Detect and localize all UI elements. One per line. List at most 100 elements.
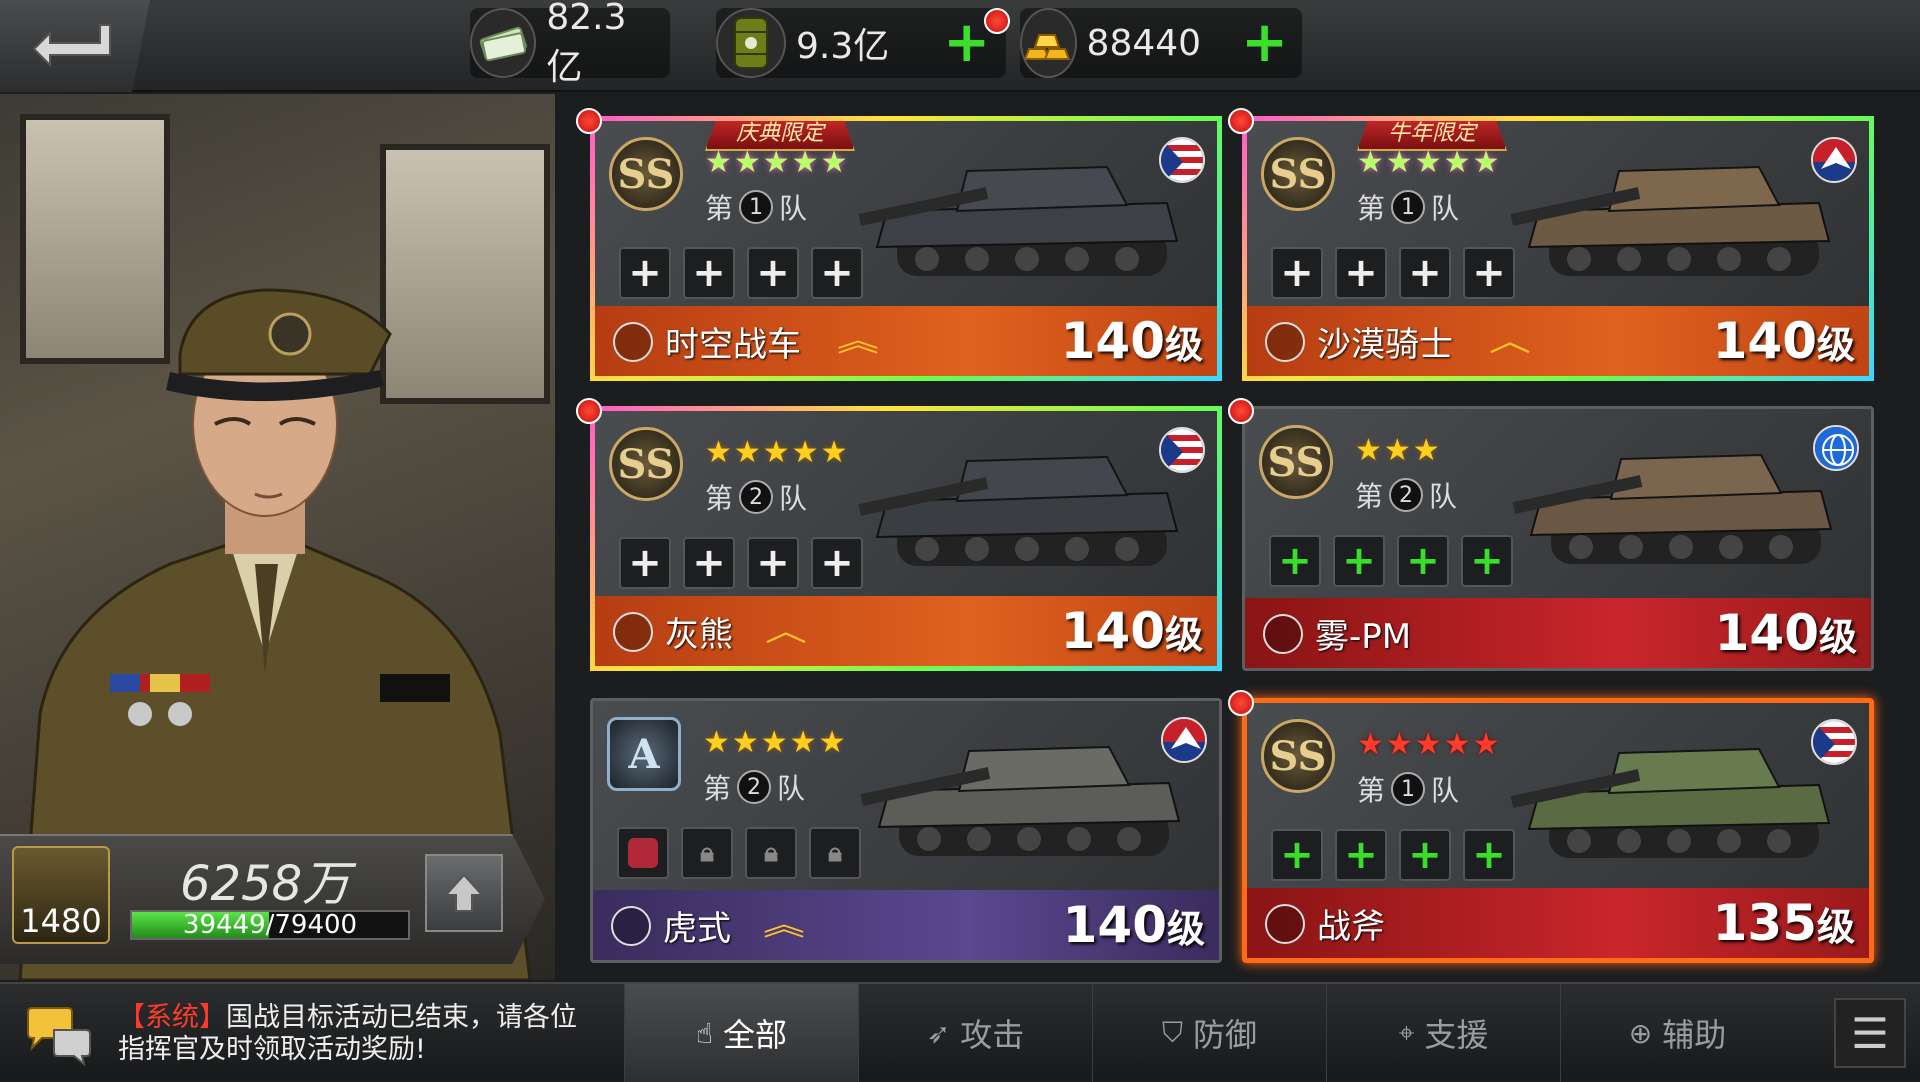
rank-chevron-icon: ︽ bbox=[763, 908, 805, 943]
unit-level-value: 140 bbox=[1060, 602, 1165, 660]
chat-icon[interactable] bbox=[24, 1006, 94, 1067]
add-slot-button[interactable]: + bbox=[619, 537, 671, 589]
unit-level-value: 140 bbox=[1714, 604, 1819, 662]
add-slot-button[interactable]: + bbox=[683, 247, 735, 299]
tab-attack[interactable]: ➶ 攻击 bbox=[858, 984, 1092, 1082]
add-slot-button[interactable]: + bbox=[1269, 535, 1321, 587]
globe-faction-icon bbox=[1813, 425, 1859, 471]
name-strip: 灰熊 ︿ 140级 bbox=[595, 596, 1217, 666]
unit-name: 灰熊 bbox=[665, 615, 733, 655]
unit-name: 虎式 bbox=[663, 909, 731, 949]
rank-chevron-icon: ︽ bbox=[837, 324, 879, 359]
locked-slot[interactable]: 🔒︎ bbox=[809, 827, 861, 879]
unit-level-value: 140 bbox=[1060, 312, 1165, 370]
add-slot-button[interactable]: + bbox=[811, 537, 863, 589]
team-suffix: 队 bbox=[777, 772, 806, 805]
add-slot-button[interactable]: + bbox=[1335, 247, 1387, 299]
add-slot-button[interactable]: + bbox=[747, 537, 799, 589]
star-rating: ★★★ bbox=[1355, 433, 1442, 468]
unit-card[interactable]: A ★★★★★ 第 2 队 🔒︎ 🔒︎ 🔒︎ 虎式 ︽ 140级 bbox=[590, 698, 1222, 963]
unit-card[interactable]: 牛年限定 SS ★★★★★ 第 1 队 + + + + 沙漠骑士 ︿ 140级 bbox=[1242, 116, 1874, 381]
notification-dot bbox=[576, 398, 602, 424]
add-slot-button[interactable]: + bbox=[1335, 829, 1387, 881]
add-gold-button[interactable]: + bbox=[1241, 13, 1288, 73]
tab-all[interactable]: ☝ 全部 bbox=[624, 984, 858, 1082]
exp-bar: 39449/79400 bbox=[130, 910, 410, 940]
unit-level: 135级 bbox=[1713, 894, 1855, 952]
up-arrow-icon bbox=[443, 873, 485, 912]
gold-value: 88440 bbox=[1086, 22, 1202, 64]
rank-badge: SS bbox=[609, 137, 683, 211]
add-slot-button[interactable]: + bbox=[619, 247, 671, 299]
equip-slots: + + + + bbox=[619, 247, 863, 299]
rocket-icon: ➶ bbox=[926, 1016, 951, 1050]
team-number: 2 bbox=[1389, 478, 1424, 512]
tab-defense[interactable]: ⛉ 防御 bbox=[1092, 984, 1326, 1082]
tab-label: 防御 bbox=[1193, 1016, 1258, 1054]
rank-badge: SS bbox=[1261, 137, 1335, 211]
upgrade-button[interactable] bbox=[425, 854, 503, 932]
unit-level: 140级 bbox=[1713, 312, 1855, 370]
unit-card[interactable]: SS ★★★★★ 第 1 队 + + + + 战斧 135级 bbox=[1242, 698, 1874, 963]
add-slot-button[interactable]: + bbox=[1271, 829, 1323, 881]
unit-type-icon bbox=[1265, 322, 1305, 362]
unit-card[interactable]: SS ★★★★★ 第 2 队 + + + + 灰熊 ︿ 140级 bbox=[590, 406, 1222, 671]
unit-image bbox=[858, 455, 1179, 566]
add-slot-button[interactable]: + bbox=[1399, 829, 1451, 881]
team-number: 1 bbox=[739, 190, 774, 224]
add-slot-button[interactable]: + bbox=[1399, 247, 1451, 299]
equip-slot[interactable] bbox=[617, 827, 669, 879]
notification-dot bbox=[1228, 108, 1254, 134]
add-slot-button[interactable]: + bbox=[747, 247, 799, 299]
plus-circle-icon: ⊕ bbox=[1628, 1016, 1653, 1050]
unit-type-icon bbox=[1263, 614, 1303, 654]
rank-badge: SS bbox=[1261, 719, 1335, 793]
equip-slots: + + + + bbox=[1271, 247, 1515, 299]
gold-resource: 88440 + bbox=[1020, 8, 1302, 78]
lock-icon: 🔒︎ bbox=[764, 838, 778, 868]
unit-level-unit: 级 bbox=[1818, 615, 1857, 659]
add-slot-button[interactable]: + bbox=[1271, 247, 1323, 299]
equip-slots: + + + + bbox=[1269, 535, 1513, 587]
unit-name: 战斧 bbox=[1317, 907, 1385, 947]
commander-level-badge[interactable]: 1480 bbox=[12, 846, 110, 944]
team-suffix: 队 bbox=[1431, 192, 1460, 225]
add-slot-button[interactable]: + bbox=[1397, 535, 1449, 587]
power-panel: 1480 6258万 39449/79400 bbox=[0, 834, 545, 964]
back-button[interactable] bbox=[0, 0, 150, 92]
tab-support[interactable]: ⌖ 支援 bbox=[1326, 984, 1560, 1082]
exp-text: 39449/79400 bbox=[182, 910, 358, 940]
rank-badge: SS bbox=[609, 427, 683, 501]
equip-slots: + + + + bbox=[619, 537, 863, 589]
add-slot-button[interactable]: + bbox=[1463, 829, 1515, 881]
add-slot-button[interactable]: + bbox=[811, 247, 863, 299]
commander-power: 6258万 bbox=[180, 856, 351, 912]
unit-image bbox=[1512, 453, 1833, 564]
locked-slot[interactable]: 🔒︎ bbox=[745, 827, 797, 879]
menu-list-button[interactable]: ☰ bbox=[1834, 998, 1906, 1068]
back-arrow-icon bbox=[32, 24, 111, 68]
cash-value: 82.3亿 bbox=[546, 0, 627, 88]
team-suffix: 队 bbox=[779, 482, 808, 515]
system-message[interactable]: 【系统】国战目标活动已结束，请各位指挥官及时领取活动奖励! bbox=[118, 1002, 598, 1066]
star-rating: ★★★★★ bbox=[1357, 145, 1502, 180]
add-slot-button[interactable]: + bbox=[1463, 247, 1515, 299]
cash-resource: 82.3亿 bbox=[470, 0, 670, 88]
unit-level-unit: 级 bbox=[1164, 323, 1203, 367]
unit-card[interactable]: SS ★★★ 第 2 队 + + + + 雾-PM 140级 bbox=[1242, 406, 1874, 671]
unit-card[interactable]: 庆典限定 SS ★★★★★ 第 1 队 + + + + 时空战车 ︽ 140级 bbox=[590, 116, 1222, 381]
unit-name: 雾-PM bbox=[1315, 617, 1412, 657]
unit-name: 沙漠骑士 bbox=[1317, 325, 1453, 365]
usa-flag-icon bbox=[1159, 427, 1205, 473]
tab-assist[interactable]: ⊕ 辅助 bbox=[1560, 984, 1794, 1082]
unit-level-unit: 级 bbox=[1166, 907, 1205, 951]
add-slot-button[interactable]: + bbox=[1333, 535, 1385, 587]
team-label: 第1队 bbox=[705, 187, 807, 227]
team-suffix: 队 bbox=[1429, 480, 1458, 513]
add-slot-button[interactable]: + bbox=[1461, 535, 1513, 587]
unit-type-icon bbox=[613, 612, 653, 652]
team-prefix: 第 bbox=[705, 482, 734, 515]
rank-chevron-icon: ︿ bbox=[1489, 324, 1531, 359]
locked-slot[interactable]: 🔒︎ bbox=[681, 827, 733, 879]
add-slot-button[interactable]: + bbox=[683, 537, 735, 589]
